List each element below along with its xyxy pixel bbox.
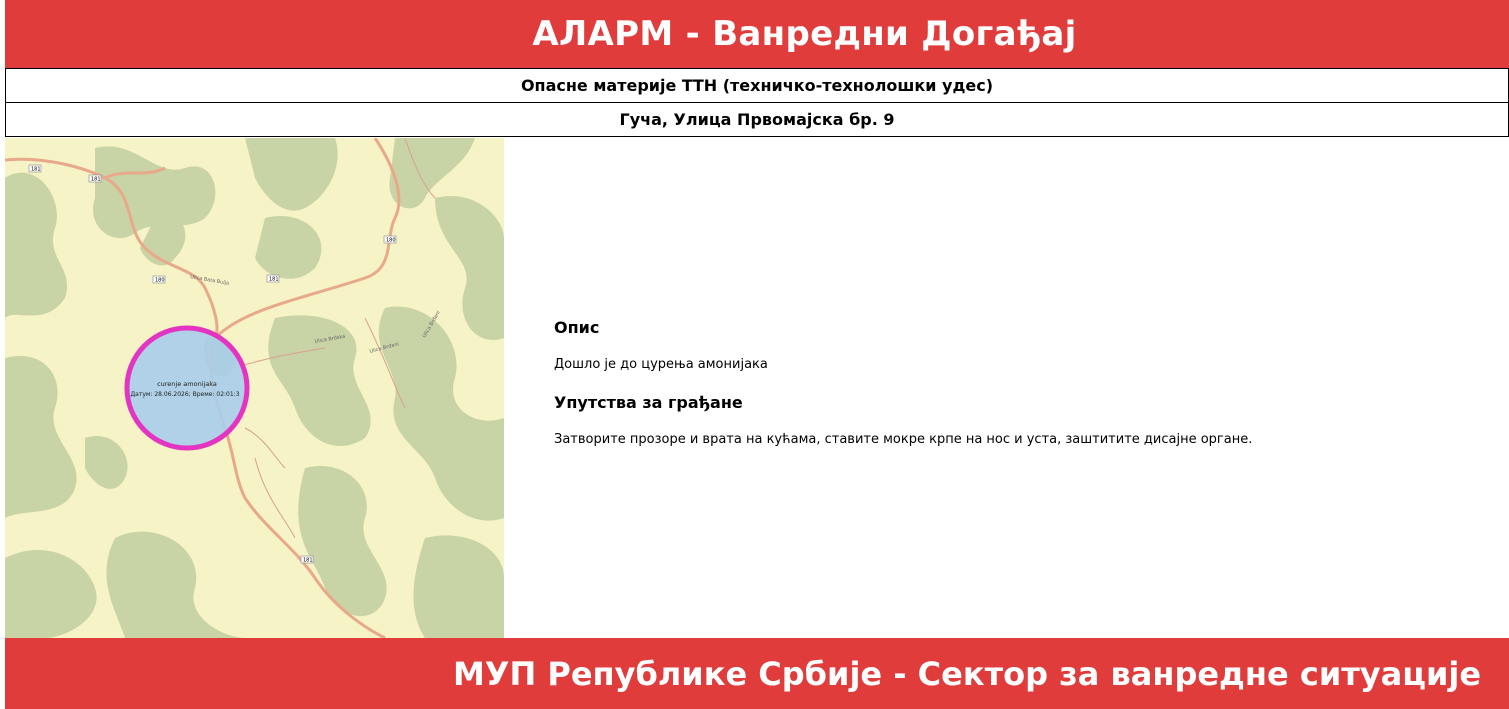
alarm-header: АЛАРМ - Ванредни Догађај: [5, 0, 1509, 68]
incident-map[interactable]: 181 181 180 180 181 181 Ulica Bata Bulja…: [5, 138, 504, 638]
incident-address: Гуча, Улица Првомајска бр. 9: [619, 110, 895, 129]
alarm-title: АЛАРМ - Ванредни Догађај: [532, 14, 1077, 54]
description-heading: Опис: [554, 318, 600, 337]
svg-text:181: 181: [91, 177, 101, 183]
incident-details: Опис Дошло је до цурења амонијака Упутст…: [554, 318, 1454, 468]
map-canvas: 181 181 180 180 181 181 Ulica Bata Bulja…: [5, 138, 504, 638]
incident-address-row: Гуча, Улица Првомајска бр. 9: [5, 102, 1509, 137]
incident-type-row: Опасне материје ТТН (техничко-технолошки…: [5, 68, 1509, 103]
svg-text:180: 180: [386, 238, 396, 244]
svg-text:181: 181: [269, 277, 279, 283]
incident-radius-circle[interactable]: [124, 325, 250, 451]
agency-footer: МУП Републике Србије - Сектор за ванредн…: [5, 638, 1509, 709]
agency-title: МУП Републике Србије - Сектор за ванредн…: [452, 654, 1482, 693]
svg-text:181: 181: [31, 167, 41, 173]
svg-text:181: 181: [303, 558, 313, 564]
svg-text:180: 180: [155, 278, 165, 284]
marker-label: curenje amonijaka: [157, 380, 217, 388]
instructions-heading: Упутства за грађане: [554, 393, 743, 412]
incident-type: Опасне материје ТТН (техничко-технолошки…: [520, 76, 994, 95]
description-text: Дошло је до цурења амонијака: [554, 357, 768, 372]
instructions-text: Затворите прозоре и врата на кућама, ста…: [554, 432, 1253, 447]
marker-sub: Датум: 28.06.2026; Време: 02:01:3: [130, 391, 239, 398]
